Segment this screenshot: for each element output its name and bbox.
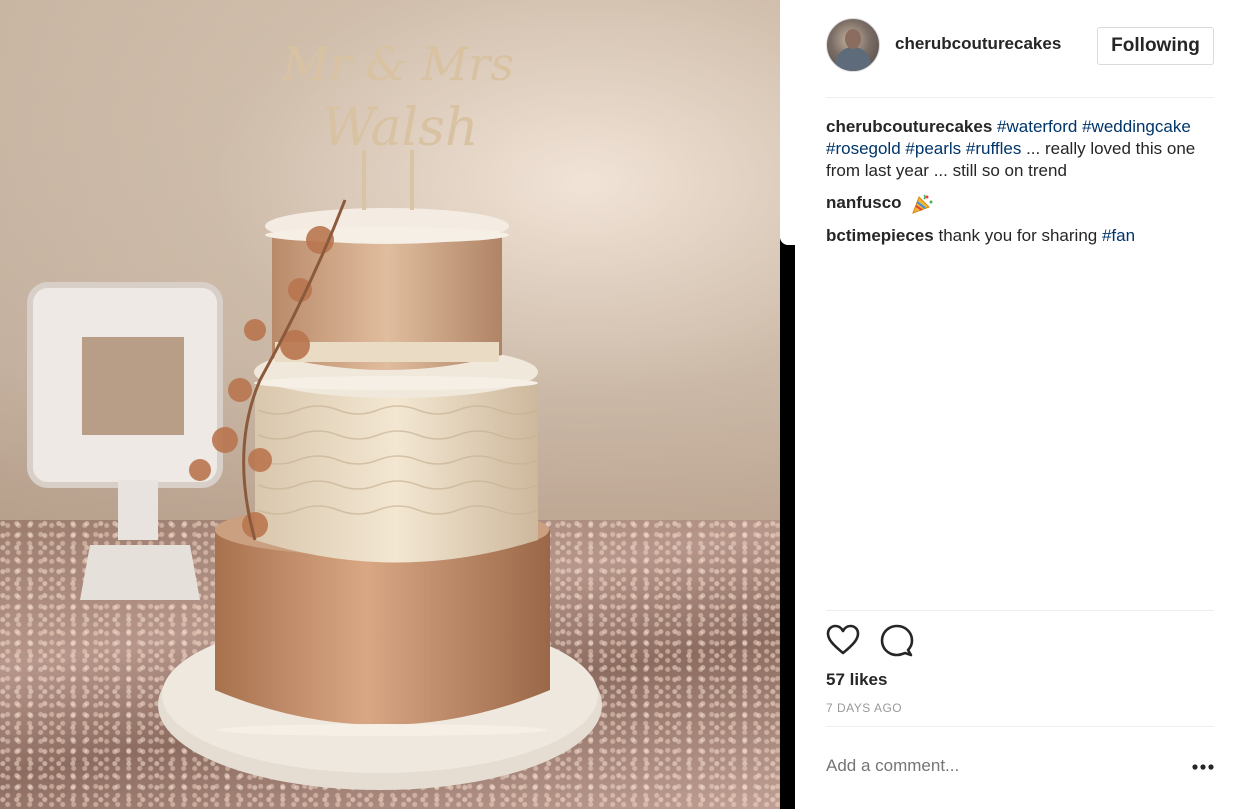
comment: bctimepieces thank you for sharing #fan [826, 225, 1226, 247]
following-button[interactable]: Following [1097, 27, 1214, 65]
comments-list: cherubcouturecakes #waterford #weddingca… [826, 116, 1226, 257]
username-link[interactable]: cherubcouturecakes [895, 34, 1080, 54]
cake-illustration: Mr & Mrs Walsh [27, 37, 602, 790]
comment-author[interactable]: nanfusco [826, 193, 902, 212]
post-timestamp[interactable]: 7 DAYS AGO [826, 701, 902, 715]
add-comment-input[interactable] [826, 754, 1126, 778]
comment-icon[interactable] [880, 624, 914, 658]
more-options-icon[interactable] [1192, 763, 1214, 771]
comment-divider [826, 726, 1214, 727]
avatar[interactable] [826, 18, 880, 72]
action-bar [826, 624, 946, 658]
topper-line1: Mr & Mrs [281, 37, 514, 91]
comment-author[interactable]: bctimepieces [826, 226, 934, 245]
header-divider [826, 97, 1214, 98]
actions-divider [826, 610, 1214, 611]
heart-icon[interactable] [826, 624, 860, 656]
comment-text: thank you for sharing [938, 225, 1102, 245]
hashtag-link[interactable]: #pearls [905, 139, 961, 158]
comment-caption: cherubcouturecakes #waterford #weddingca… [826, 116, 1226, 182]
post-header: cherubcouturecakes Following [795, 18, 1253, 74]
panel-edge [780, 0, 795, 245]
ornate-frame [27, 282, 223, 600]
comment: nanfusco [826, 192, 1226, 215]
hashtag-link[interactable]: #ruffles [966, 139, 1021, 158]
post-photo[interactable]: Mr & Mrs Walsh [0, 0, 780, 809]
comment-author[interactable]: cherubcouturecakes [826, 117, 992, 136]
hashtag-link[interactable]: #fan [1102, 226, 1135, 245]
hashtag-link[interactable]: #rosegold [826, 139, 901, 158]
hashtag-link[interactable]: #weddingcake [1082, 117, 1191, 136]
hashtag-link[interactable]: #waterford [997, 117, 1077, 136]
topper-line2: Walsh [322, 98, 479, 158]
post-details-panel: cherubcouturecakes Following cherubcoutu… [795, 0, 1253, 809]
likes-count[interactable]: 57 likes [826, 670, 887, 690]
party-popper-icon [912, 193, 933, 214]
